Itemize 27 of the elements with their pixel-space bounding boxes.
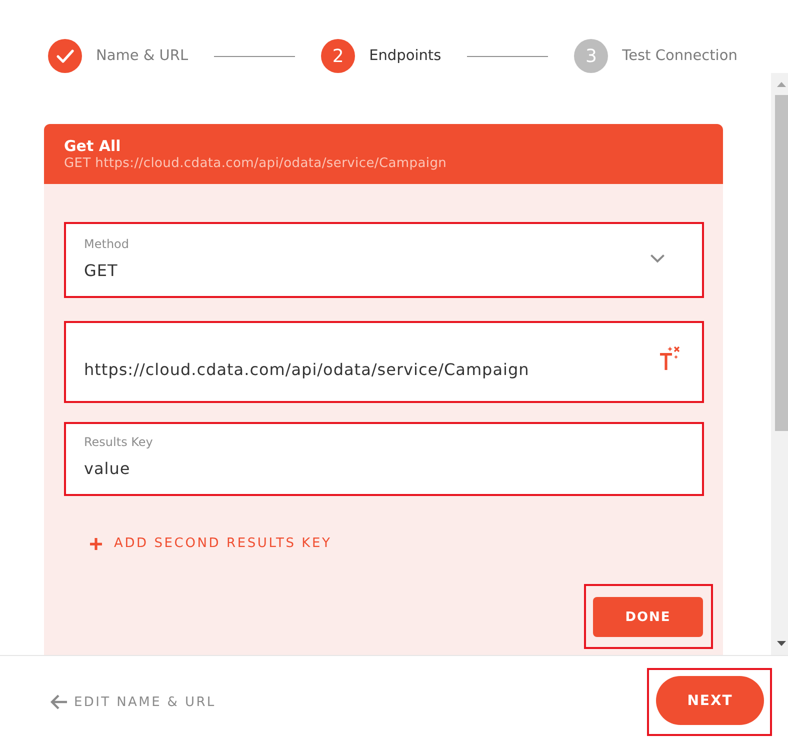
scrollbar-track[interactable]: [771, 73, 788, 655]
chevron-down-icon[interactable]: [650, 254, 665, 263]
field-label: Method: [84, 236, 130, 252]
step-number: 2: [321, 39, 356, 73]
done-button[interactable]: DONE: [593, 597, 703, 637]
card-subtitle: GET https://cloud.cdata.com/api/odata/service/Campaign: [64, 156, 448, 172]
scrollbar-thumb[interactable]: [775, 95, 788, 431]
field-value: value: [84, 459, 132, 479]
text-field[interactable]: Results Key value: [64, 422, 704, 496]
arrow-left-icon: [50, 694, 68, 710]
step-label: Test Connection: [622, 48, 738, 64]
plus-icon: [90, 538, 102, 550]
scroll-up-icon[interactable]: [777, 82, 786, 87]
step-label: Name & URL: [96, 48, 188, 64]
card-title: Get All: [64, 136, 122, 156]
field-value: https://cloud.cdata.com/api/odata/service/Campaign: [84, 360, 530, 380]
next-button[interactable]: NEXT: [656, 676, 764, 725]
field-label: Results Key: [84, 434, 154, 450]
field-value: GET: [84, 261, 119, 281]
step-number: 3: [574, 39, 608, 73]
add-results-key-link[interactable]: ADD SECOND RESULTS KEY: [90, 536, 332, 552]
text-sparkle-icon[interactable]: [660, 346, 680, 371]
scroll-down-icon[interactable]: [777, 641, 786, 646]
step-label: Endpoints: [369, 48, 442, 64]
back-link[interactable]: EDIT NAME & URL: [50, 694, 216, 710]
method-select[interactable]: Method GET: [64, 222, 704, 298]
text-field[interactable]: https://cloud.cdata.com/api/odata/service/Campaign: [64, 321, 704, 403]
